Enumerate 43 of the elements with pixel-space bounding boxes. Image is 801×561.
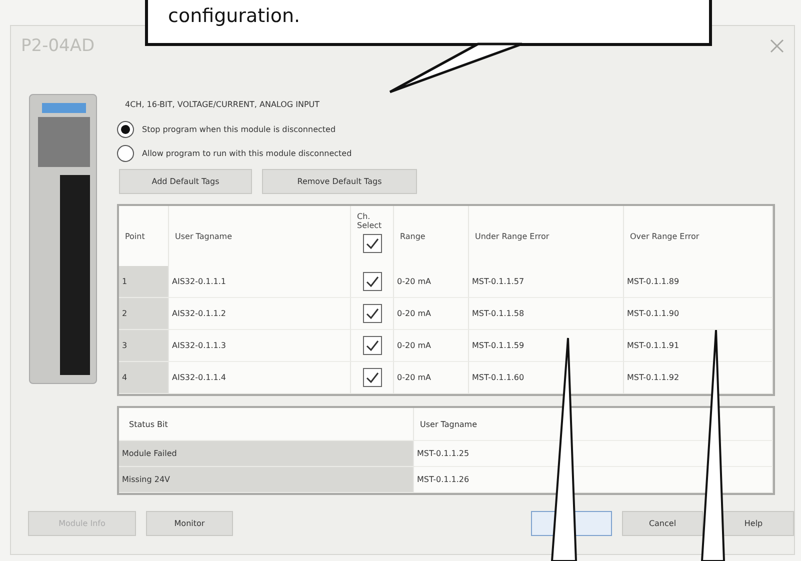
checkmark-icon bbox=[366, 308, 378, 319]
column-header: Over Range Error bbox=[624, 206, 773, 266]
checkmark-icon bbox=[366, 340, 378, 351]
radio-option[interactable]: Stop program when this module is disconnected bbox=[117, 117, 786, 141]
table-cell: MST-0.1.1.89 bbox=[624, 266, 773, 298]
table-cell: Missing 24V bbox=[119, 467, 414, 493]
column-header: Under Range Error bbox=[469, 206, 624, 266]
table-cell: AIS32-0.1.1.1 bbox=[169, 266, 351, 298]
checkbox[interactable] bbox=[362, 336, 382, 355]
radio-icon[interactable] bbox=[117, 144, 134, 162]
radio-option[interactable]: Allow program to run with this module disconnected bbox=[117, 141, 786, 165]
column-header: Range bbox=[394, 206, 469, 266]
checkmark-icon bbox=[366, 372, 378, 383]
table-cell: 2 bbox=[119, 298, 169, 330]
table-cell: 0-20 mA bbox=[394, 362, 469, 394]
remove-tags-button[interactable]: Remove Default Tags bbox=[262, 169, 417, 194]
column-header: Ch. Select bbox=[351, 206, 394, 266]
checkmark-icon bbox=[366, 276, 378, 287]
module-description: 4CH, 16-BIT, VOLTAGE/CURRENT, ANALOG INPUT bbox=[125, 100, 321, 109]
callout-text: configuration. bbox=[168, 5, 300, 27]
checkbox[interactable] bbox=[362, 304, 382, 323]
table-cell: AIS32-0.1.1.4 bbox=[169, 362, 351, 394]
table-cell: MST-0.1.1.90 bbox=[624, 298, 773, 330]
table-cell: MST-0.1.1.57 bbox=[469, 266, 624, 298]
table-cell: MST-0.1.1.58 bbox=[469, 298, 624, 330]
table-cell: 0-20 mA bbox=[394, 266, 469, 298]
checkbox[interactable] bbox=[362, 368, 382, 387]
table-cell: 0-20 mA bbox=[394, 330, 469, 362]
cancel-button[interactable]: Cancel bbox=[622, 511, 703, 536]
checkbox[interactable] bbox=[362, 234, 382, 253]
table-cell: 0-20 mA bbox=[394, 298, 469, 330]
monitor-button[interactable]: Monitor bbox=[146, 511, 233, 536]
checkbox[interactable] bbox=[362, 272, 382, 291]
table-cell: AIS32-0.1.1.2 bbox=[169, 298, 351, 330]
table-cell: 1 bbox=[119, 266, 169, 298]
table-cell: AIS32-0.1.1.3 bbox=[169, 330, 351, 362]
table-cell: Module Failed bbox=[119, 441, 414, 467]
table-cell: 3 bbox=[119, 330, 169, 362]
table-cell: 4 bbox=[119, 362, 169, 394]
add-tags-button[interactable]: Add Default Tags bbox=[119, 169, 252, 194]
radio-icon[interactable] bbox=[117, 120, 134, 138]
column-header: User Tagname bbox=[169, 206, 351, 266]
checkmark-icon bbox=[366, 238, 378, 249]
